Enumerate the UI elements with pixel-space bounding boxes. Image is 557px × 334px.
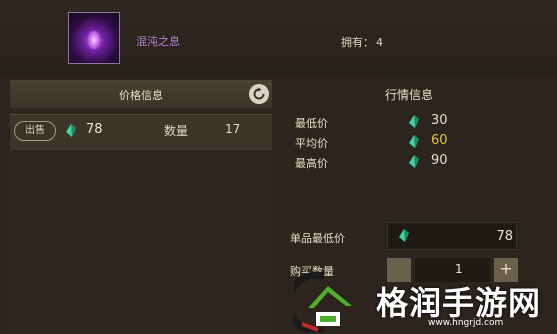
watermark-logo <box>294 272 352 332</box>
max-price-label: 最高价 <box>295 157 328 170</box>
max-price-value: 90 <box>431 153 448 168</box>
item-name: 混沌之息 <box>136 35 180 48</box>
owned-count: 拥有： 4 <box>339 34 383 50</box>
item-glow <box>87 30 101 50</box>
listing-qty-value: 17 <box>225 122 241 136</box>
min-price-label: 最低价 <box>295 117 328 130</box>
min-price-value: 30 <box>431 113 448 128</box>
listing-price: 78 <box>86 122 103 137</box>
green-gem-icon <box>409 115 419 128</box>
green-gem-icon <box>399 229 409 242</box>
price-info-header: 价格信息 <box>10 80 272 108</box>
avg-price-value: 60 <box>431 133 448 148</box>
watermark-url: www.hngrjd.com <box>428 318 504 328</box>
green-gem-icon <box>409 135 419 148</box>
avg-price-label: 平均价 <box>295 137 328 150</box>
market-info-title: 行情信息 <box>384 88 433 102</box>
unit-min-price-value: 78 <box>496 229 513 244</box>
purchase-qty-value: 1 <box>455 262 463 276</box>
unit-min-price-label: 单品最低价 <box>290 232 345 245</box>
green-gem-icon <box>409 155 419 168</box>
price-info-title: 价格信息 <box>119 89 163 102</box>
green-gem-icon <box>66 124 76 137</box>
owned-value: 4 <box>376 36 383 49</box>
item-icon[interactable] <box>68 12 120 64</box>
listing-qty-label: 数量 <box>164 124 189 138</box>
owned-label: 拥有： <box>341 36 374 49</box>
sell-button[interactable]: 出售 <box>14 121 56 141</box>
refresh-button[interactable] <box>249 84 269 104</box>
refresh-icon <box>253 87 265 100</box>
